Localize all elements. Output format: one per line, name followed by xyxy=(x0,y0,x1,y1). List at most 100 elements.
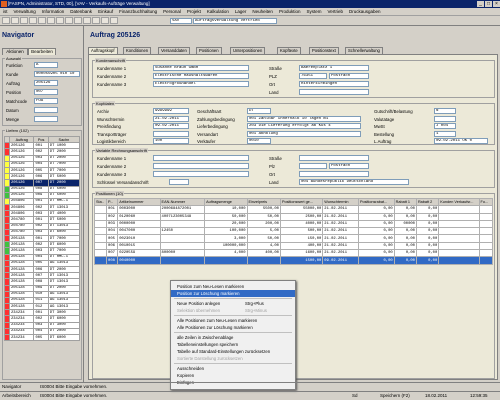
pos-col-header[interactable]: Sta.. xyxy=(93,197,108,207)
menu-item[interactable]: System xyxy=(303,8,324,16)
pos-col-header[interactable]: Kunden Verkaufsr... xyxy=(438,197,480,207)
search-icon[interactable] xyxy=(38,17,46,24)
close-icon[interactable]: × xyxy=(493,1,500,7)
nav-field-input[interactable] xyxy=(34,116,58,122)
pos-col-header[interactable]: Positionsrabat... xyxy=(357,197,395,207)
kopf-field[interactable]: 09.02.2011 xyxy=(153,123,189,129)
menu-item[interactable]: Produktion xyxy=(276,8,304,16)
kopf-field[interactable]: 21.02.2011 xyxy=(153,115,189,122)
pos-col-header[interactable]: Auftragsmenge xyxy=(204,197,248,207)
kopf-field[interactable]: 1 xyxy=(434,130,456,137)
kunde-addr-field[interactable]: Hinterkirmingen xyxy=(299,81,369,87)
pos-table-row[interactable]: 005 0023010 3,000 50,00 150,00 21.02.2011 0,00… xyxy=(93,234,494,243)
kopf-field[interactable]: 100 xyxy=(153,138,189,144)
nav-field-input[interactable]: 000055905 010 10 xyxy=(34,71,80,77)
context-menu-item[interactable]: Position zur Löschung markieren xyxy=(171,290,295,297)
pos-table-row[interactable]: 004 0047000 12450 100,000 5,00 500,00 21.02.20… xyxy=(93,227,494,236)
settings-icon[interactable] xyxy=(92,17,100,24)
rech-addr-field[interactable] xyxy=(299,163,327,169)
tab-positionstext[interactable]: Positionstext xyxy=(309,47,339,54)
pos-col-header[interactable]: EAN-Nummer xyxy=(159,197,206,207)
tab-aktionen[interactable]: Aktionen xyxy=(2,48,28,55)
kunde-addr-field[interactable]: Baerenplatz 1 xyxy=(299,65,369,71)
menu-item[interactable]: Einkauf xyxy=(95,8,116,16)
rech-postfach-field[interactable]: Postfach xyxy=(329,163,369,169)
nav-field-input[interactable]: 205126 xyxy=(34,80,58,86)
menu-item[interactable]: Druckausgaben xyxy=(346,8,384,16)
help-icon[interactable] xyxy=(83,17,91,24)
context-menu-item[interactable]: Alle Positionen zur Löschung markieren xyxy=(171,324,295,331)
rech-field[interactable] xyxy=(153,171,249,177)
menu-item[interactable]: Verwaltung xyxy=(11,8,39,16)
tab-positionen[interactable]: Positionen xyxy=(196,47,222,54)
rech-field[interactable] xyxy=(169,179,189,185)
exit-icon[interactable] xyxy=(101,17,109,24)
menu-item[interactable]: Personal xyxy=(160,8,184,16)
rech-field[interactable] xyxy=(153,155,249,161)
tab-auftragskopf[interactable]: Auftragskopf xyxy=(88,47,118,54)
kopf-field[interactable] xyxy=(153,130,189,137)
pos-table-row[interactable]: 006 0010015 100000,000 4,00 400,00 21.02.2011… xyxy=(93,241,494,251)
copy-icon[interactable] xyxy=(47,17,55,24)
paste-icon[interactable] xyxy=(56,17,64,24)
nav-field-input[interactable]: FOA xyxy=(34,98,58,104)
forward-icon[interactable] xyxy=(11,17,19,24)
menu-item[interactable]: Projekt xyxy=(184,8,204,16)
tab-kopftexte[interactable]: Kopftexte xyxy=(277,47,301,54)
kunde-postfach-field[interactable]: Postfach xyxy=(329,73,369,79)
nav-field-input[interactable]: 007 xyxy=(34,89,58,95)
kopf-field[interactable]: 001 Zahlbar innerhalb 10 Tagen mi xyxy=(247,115,361,122)
nav-list-row[interactable]: 234234 005 DT 6000 xyxy=(4,333,81,342)
kopf-field[interactable]: 09.02.2011 OK 0 xyxy=(434,138,488,144)
context-menu-item[interactable]: Position zum Neu-Lesen markieren xyxy=(171,283,295,290)
kunde-addr-field[interactable]: 76351 xyxy=(299,73,327,79)
info-icon[interactable] xyxy=(110,17,118,24)
context-menu-item[interactable]: Neue Position anlegen Strg+Plus xyxy=(171,300,295,307)
kopf-field[interactable]: 0010 xyxy=(247,138,271,144)
context-menu-item[interactable]: Kopieren xyxy=(171,372,295,379)
print-icon[interactable] xyxy=(29,17,37,24)
pos-col-header[interactable]: Wunschtermin xyxy=(322,197,359,207)
context-menu-item[interactable]: Ausschneiden xyxy=(171,365,295,372)
kopf-field[interactable]: 203 Die Lieferung erfolgt ab Kus 4 xyxy=(247,123,361,129)
minimize-icon[interactable]: _ xyxy=(477,1,484,7)
menu-item[interactable]: Neuheiten xyxy=(249,8,276,16)
pos-col-header[interactable]: Einzelpreis xyxy=(246,197,281,207)
context-menu-item[interactable]: alle Zeilen in Zwischenablage xyxy=(171,334,295,341)
pos-col-header[interactable]: P... xyxy=(106,197,119,207)
pos-table-row[interactable]: 003 0000000 20,000 200,00 4000,00 21.02.2011 0… xyxy=(93,219,494,229)
tab-unterpositionen[interactable]: Unterpositionen xyxy=(230,47,266,54)
rech-addr-field[interactable] xyxy=(299,155,369,161)
rech-addr-field[interactable]: 004 Bundesrepublik Deutschland xyxy=(299,179,409,185)
back-icon[interactable] xyxy=(2,17,10,24)
nav-field-input[interactable] xyxy=(34,107,58,113)
delete-icon[interactable] xyxy=(65,17,73,24)
program-code-combo[interactable]: VAV xyxy=(170,18,192,24)
menu-item[interactable]: ist xyxy=(0,8,11,16)
pos-col-header[interactable]: Rabatt 1 xyxy=(393,197,417,207)
context-menu-item[interactable]: Tabelle auf Standard-Einstellungen zurüc… xyxy=(171,348,295,355)
menu-item[interactable]: Information xyxy=(39,8,68,16)
tab-versanddaten[interactable]: Versanddaten xyxy=(158,47,190,54)
rech-field[interactable] xyxy=(153,163,249,169)
pos-table-row[interactable]: 008 0040000 1500,00 09.02.2011 0,00 0,00 0,00 xyxy=(93,256,494,265)
tab-konditionen[interactable]: Konditionen xyxy=(123,47,152,54)
pos-col-header[interactable]: Artikelnummer xyxy=(117,197,161,207)
menu-item[interactable]: Vertrieb xyxy=(324,8,346,16)
kopf-field[interactable]: 001 Abholung xyxy=(247,130,361,137)
nav-field-input[interactable]: A xyxy=(34,62,58,68)
menu-item[interactable]: Kalkulation xyxy=(204,8,232,16)
pos-table-row[interactable]: 002 0120060 4007123005348 50,000 50,00 2500,0… xyxy=(93,212,494,221)
program-name-combo[interactable]: Auftragsverwaltung Vertrieb xyxy=(193,18,277,24)
kunde-addr-field[interactable] xyxy=(299,89,369,95)
kopf-field[interactable] xyxy=(434,115,456,122)
pos-table-row[interactable]: 007 0220559 800000 4,000 400,00 1600,00 21.02.… xyxy=(93,249,494,258)
kunde-name-field[interactable]: Elektrische Haushaltswaren xyxy=(153,73,249,79)
kunde-name-field[interactable]: Susanne Braun GmbH xyxy=(153,65,249,71)
kopf-field[interactable]: N xyxy=(434,108,456,114)
pos-col-header[interactable]: Fo... xyxy=(478,197,494,207)
menu-item[interactable]: Finanzbuchhaltung xyxy=(116,8,160,16)
kopf-field[interactable]: J 004 xyxy=(434,123,456,129)
kunde-name-field[interactable]: Elektrogroßhandel xyxy=(153,81,249,87)
maximize-icon[interactable]: □ xyxy=(485,1,492,7)
